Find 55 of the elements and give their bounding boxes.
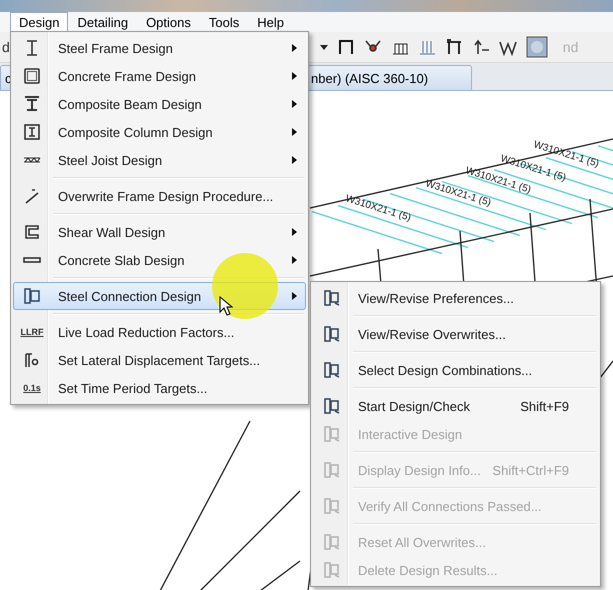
submenu-arrow-icon — [292, 156, 296, 164]
menu-item[interactable]: Composite Column Design — [13, 118, 306, 146]
menu-item[interactable]: Shear Wall Design — [13, 218, 306, 246]
toolbar-text: d — [2, 39, 10, 55]
dropdown-caret-icon[interactable] — [320, 44, 328, 50]
pencil-icon — [23, 187, 41, 205]
connection-icon — [323, 461, 341, 479]
square-section-icon — [23, 67, 41, 85]
menu-bar-item[interactable]: Help — [248, 12, 293, 32]
menu-bar-item[interactable]: Options — [137, 12, 200, 32]
icon-label: LLRF — [20, 327, 44, 337]
menu-bar-item[interactable]: Tools — [200, 12, 248, 32]
submenu-arrow-icon — [292, 44, 296, 52]
menu-item[interactable]: Start Design/Check Shift+F9 — [313, 392, 598, 420]
connection-icon — [323, 497, 341, 515]
arrow-icon — [472, 38, 490, 56]
submenu-arrow-icon — [292, 72, 296, 80]
frame-icon — [444, 38, 463, 56]
column-target-icon — [23, 351, 41, 369]
menu-item[interactable]: Concrete Slab Design — [13, 246, 306, 274]
menu-item[interactable]: View/Revise Overwrites... — [313, 320, 598, 348]
icon-label: 0.1s — [23, 383, 41, 393]
submenu-arrow-icon — [292, 100, 296, 108]
submenu-arrow-icon — [292, 228, 296, 236]
menu-item[interactable]: Select Design Combinations... — [313, 356, 598, 384]
connection-icon — [23, 287, 41, 305]
load-icon — [418, 38, 436, 56]
submenu-arrow-icon — [292, 128, 296, 136]
frame-icon — [336, 38, 355, 56]
menu-item[interactable]: Concrete Frame Design — [13, 62, 306, 90]
connection-icon — [323, 289, 341, 307]
channel-icon — [23, 223, 41, 241]
connection-icon — [323, 533, 341, 551]
cursor-highlight-icon — [212, 253, 278, 319]
connection-icon — [323, 361, 341, 379]
connection-icon — [323, 561, 341, 579]
submenu-arrow-icon — [292, 256, 296, 264]
menu-item[interactable]: Set Lateral Displacement Targets... — [13, 346, 306, 374]
toolbar-text: nd — [562, 39, 578, 55]
i-beam-icon — [23, 95, 41, 113]
connection-icon — [323, 425, 341, 443]
boxed-i-beam-icon — [23, 123, 41, 141]
menu-item[interactable]: Steel Joist Design — [13, 146, 306, 174]
menu-item[interactable]: Composite Beam Design — [13, 90, 306, 118]
menu-bar-item[interactable]: Detailing — [68, 12, 138, 32]
menu-item[interactable]: Steel Frame Design — [13, 34, 306, 62]
submenu-arrow-icon — [292, 292, 296, 300]
connection-icon — [323, 397, 341, 415]
connection-icon — [323, 325, 341, 343]
menu-bar-item[interactable]: Design — [10, 12, 68, 32]
menu-item[interactable]: Overwrite Frame Design Procedure... — [13, 182, 306, 210]
view-icon[interactable] — [526, 36, 548, 58]
menu-item[interactable]: 0.1s Set Time Period Targets... — [13, 374, 306, 402]
menu-item[interactable]: View/Revise Preferences... — [313, 284, 598, 312]
menu-item[interactable]: LLRF Live Load Reduction Factors... — [13, 318, 306, 346]
